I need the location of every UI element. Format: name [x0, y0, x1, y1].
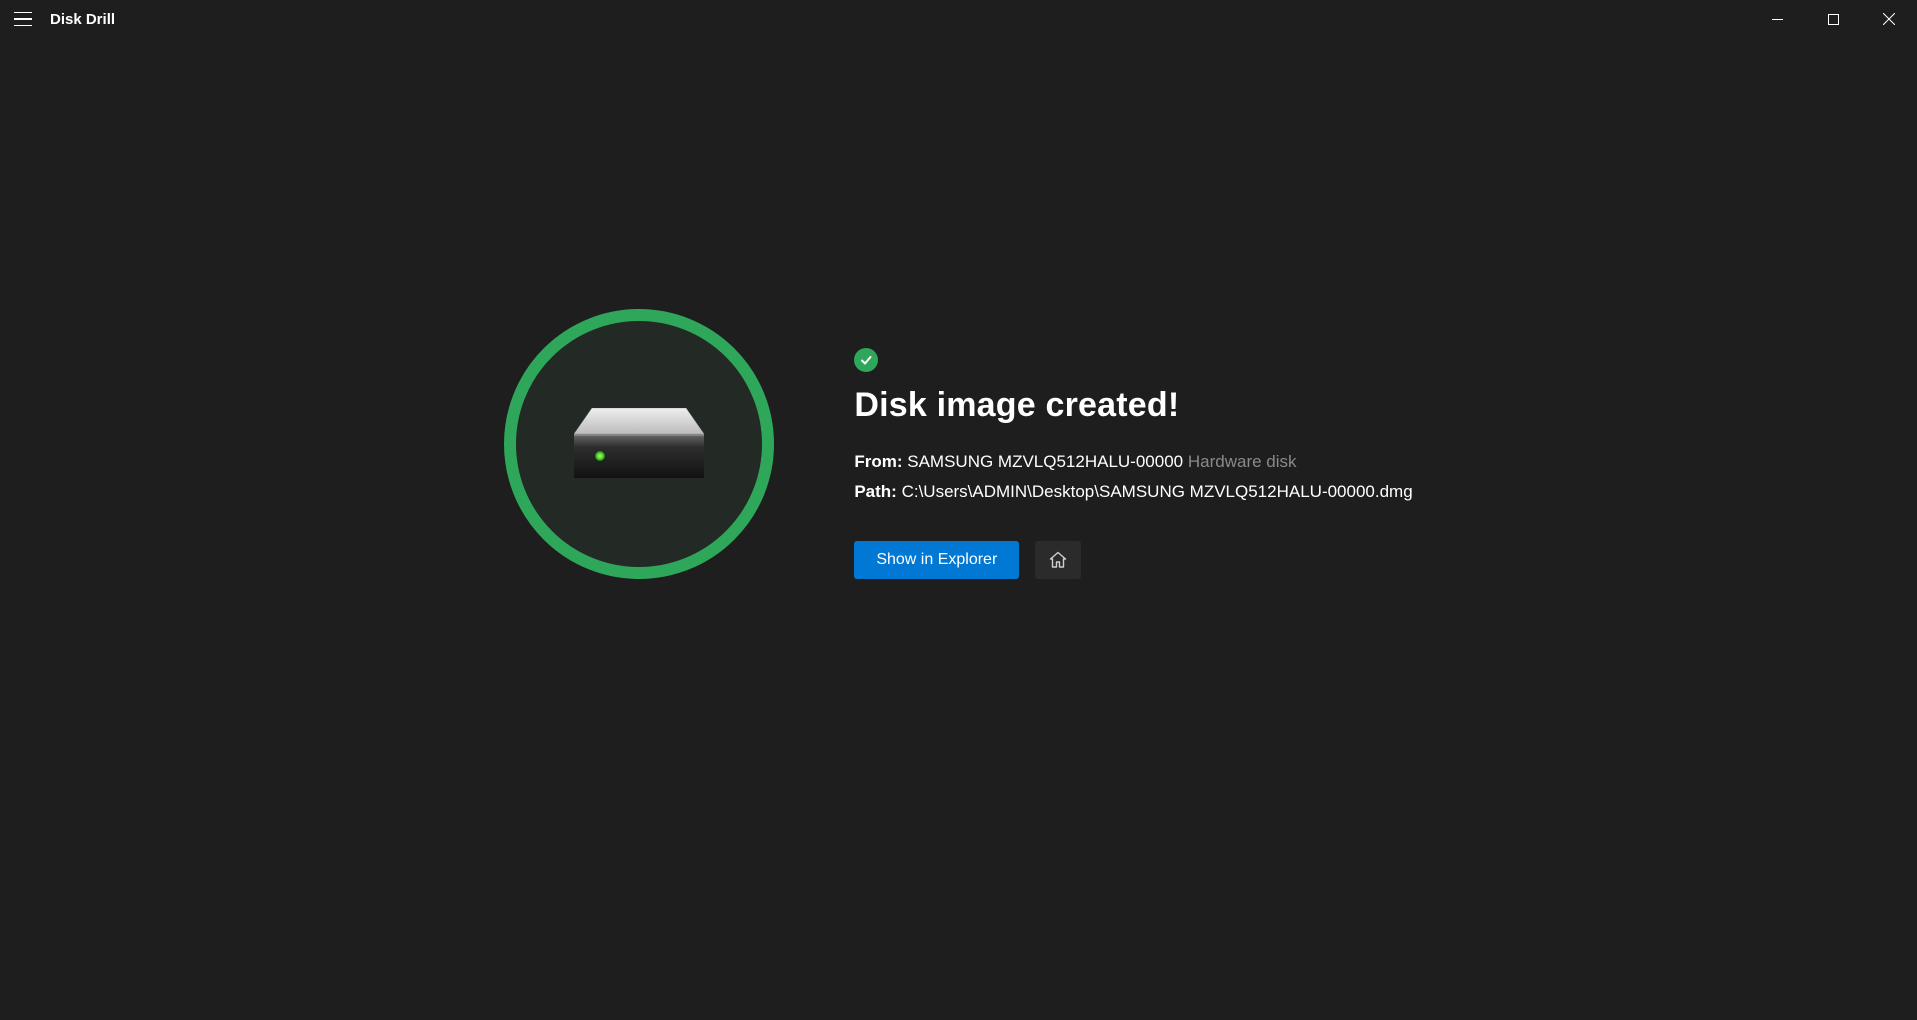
content-area: Disk image created! From: SAMSUNG MZVLQ5… [0, 38, 1917, 1020]
from-label: From: [854, 452, 902, 471]
close-button[interactable] [1861, 0, 1917, 38]
window-controls [1749, 0, 1917, 38]
from-value: SAMSUNG MZVLQ512HALU-00000 [907, 452, 1183, 471]
titlebar-left: Disk Drill [14, 8, 115, 30]
success-check-badge [854, 348, 878, 372]
app-title: Disk Drill [50, 11, 115, 28]
maximize-button[interactable] [1805, 0, 1861, 38]
from-row: From: SAMSUNG MZVLQ512HALU-00000 Hardwar… [854, 447, 1412, 477]
show-in-explorer-button[interactable]: Show in Explorer [854, 541, 1019, 579]
path-row: Path: C:\Users\ADMIN\Desktop\SAMSUNG MZV… [854, 477, 1412, 507]
maximize-icon [1828, 14, 1839, 25]
minimize-button[interactable] [1749, 0, 1805, 38]
close-icon [1883, 13, 1895, 25]
disk-badge [504, 309, 774, 579]
hard-drive-icon [574, 408, 704, 480]
action-buttons: Show in Explorer [854, 541, 1412, 579]
from-type: Hardware disk [1188, 452, 1297, 471]
path-value: C:\Users\ADMIN\Desktop\SAMSUNG MZVLQ512H… [902, 482, 1413, 501]
info-column: Disk image created! From: SAMSUNG MZVLQ5… [854, 348, 1412, 579]
result-heading: Disk image created! [854, 386, 1412, 425]
hamburger-icon[interactable] [14, 8, 36, 30]
result-row: Disk image created! From: SAMSUNG MZVLQ5… [504, 348, 1412, 579]
titlebar: Disk Drill [0, 0, 1917, 38]
home-icon [1048, 550, 1068, 570]
path-label: Path: [854, 482, 897, 501]
home-button[interactable] [1035, 541, 1081, 579]
check-icon [859, 353, 873, 367]
minimize-icon [1772, 14, 1783, 25]
